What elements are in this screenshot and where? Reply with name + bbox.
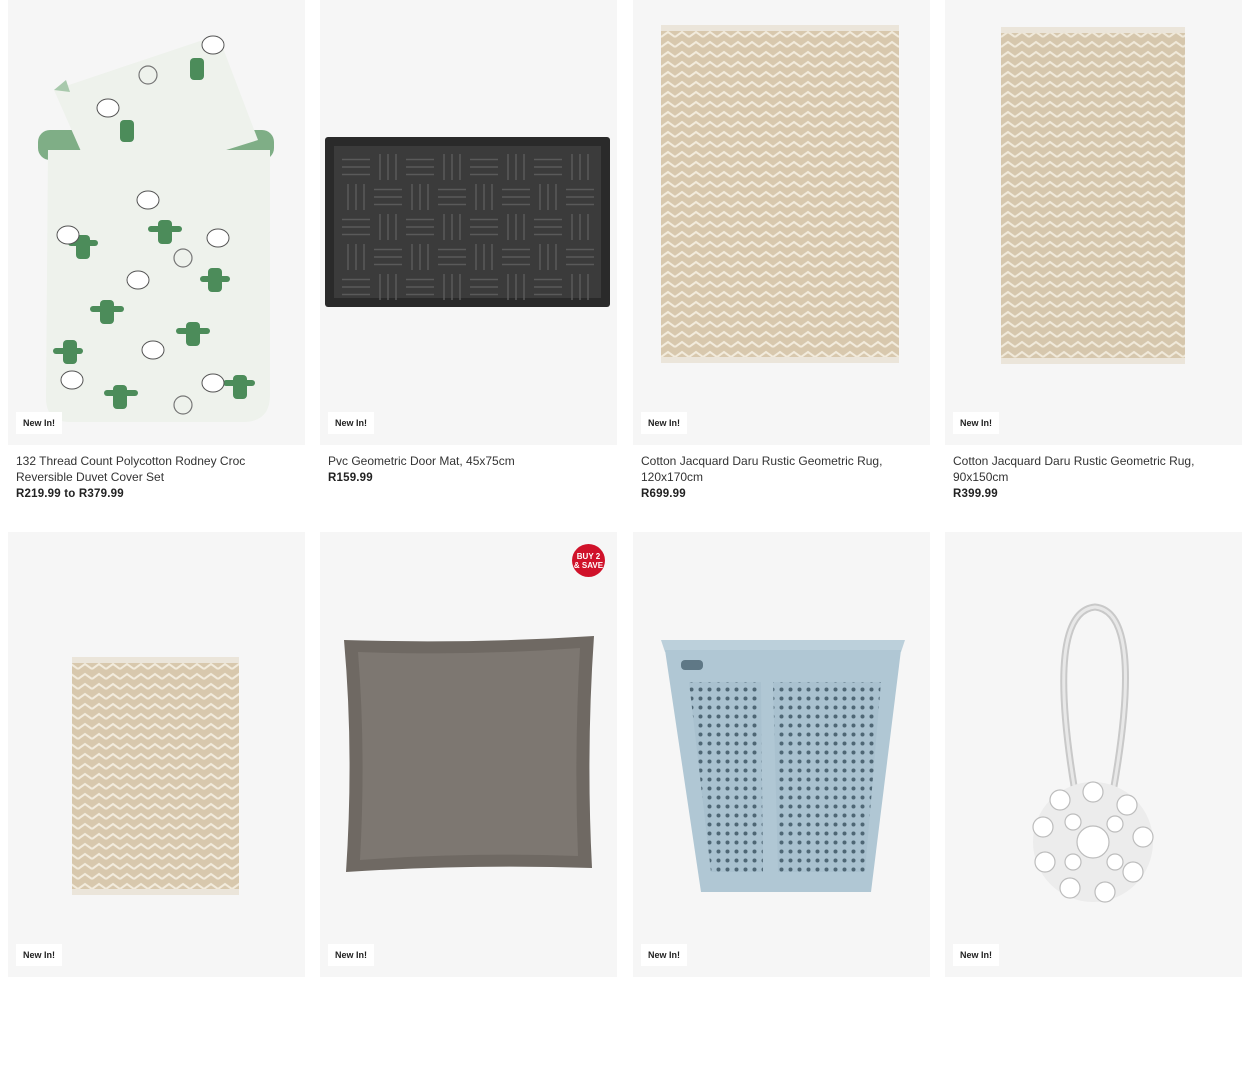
product-image-duvet-cover-set[interactable]: New In! [8, 0, 305, 445]
product-price: R219.99 to R379.99 [16, 488, 124, 500]
rug-illustration [661, 25, 899, 363]
product-price: R159.99 [328, 472, 373, 484]
new-in-badge: New In! [328, 944, 375, 966]
product-price: R699.99 [641, 488, 686, 500]
product-image-cushion[interactable]: BUY 2 & SAVE New In! [320, 532, 617, 977]
new-in-badge: New In! [641, 412, 688, 434]
product-card[interactable]: BUY 2 & SAVE New In! [320, 532, 617, 977]
new-in-badge: New In! [328, 412, 375, 434]
duvet-illustration [38, 35, 274, 422]
product-card[interactable]: New In! [945, 532, 1242, 977]
product-image-curtain-tieback[interactable]: New In! [945, 532, 1242, 977]
product-image-laundry-basket[interactable]: New In! [633, 532, 930, 977]
rug-illustration [72, 657, 239, 895]
product-image-rug[interactable]: New In! [633, 0, 930, 445]
new-in-badge: New In! [16, 944, 63, 966]
product-title[interactable]: Pvc Geometric Door Mat, 45x75cm [328, 453, 609, 469]
product-price: R399.99 [953, 488, 998, 500]
laundry-basket-illustration [661, 640, 905, 892]
door-mat-illustration [325, 137, 610, 307]
product-card[interactable]: New In! Pvc Geometric Door Mat, 45x75cm … [320, 0, 617, 484]
product-grid: New In! 132 Thread Count Polycotton Rodn… [0, 0, 1250, 1065]
product-card[interactable]: New In! 132 Thread Count Polycotton Rodn… [8, 0, 305, 500]
rug-illustration [1001, 27, 1185, 364]
product-card[interactable]: New In! Cotton Jacquard Daru Rustic Geom… [633, 0, 930, 500]
product-title[interactable]: 132 Thread Count Polycotton Rodney Croc … [16, 453, 297, 485]
promo-line-1: BUY 2 [576, 551, 601, 561]
product-image-door-mat[interactable]: New In! [320, 0, 617, 445]
cushion-illustration [344, 636, 594, 872]
curtain-tieback-illustration [1032, 603, 1154, 903]
product-title[interactable]: Cotton Jacquard Daru Rustic Geometric Ru… [641, 453, 922, 485]
promo-line-2: & SAVE [573, 560, 604, 570]
product-image-rug-small[interactable]: New In! [8, 532, 305, 977]
new-in-badge: New In! [953, 944, 1000, 966]
product-card[interactable]: New In! Cotton Jacquard Daru Rustic Geom… [945, 0, 1242, 500]
product-card[interactable]: New In! [633, 532, 930, 977]
product-image-rug[interactable]: New In! [945, 0, 1242, 445]
new-in-badge: New In! [641, 944, 688, 966]
product-card[interactable]: New In! [8, 532, 305, 977]
product-title[interactable]: Cotton Jacquard Daru Rustic Geometric Ru… [953, 453, 1234, 485]
new-in-badge: New In! [16, 412, 63, 434]
new-in-badge: New In! [953, 412, 1000, 434]
buy-2-save-badge: BUY 2 & SAVE [572, 544, 605, 577]
